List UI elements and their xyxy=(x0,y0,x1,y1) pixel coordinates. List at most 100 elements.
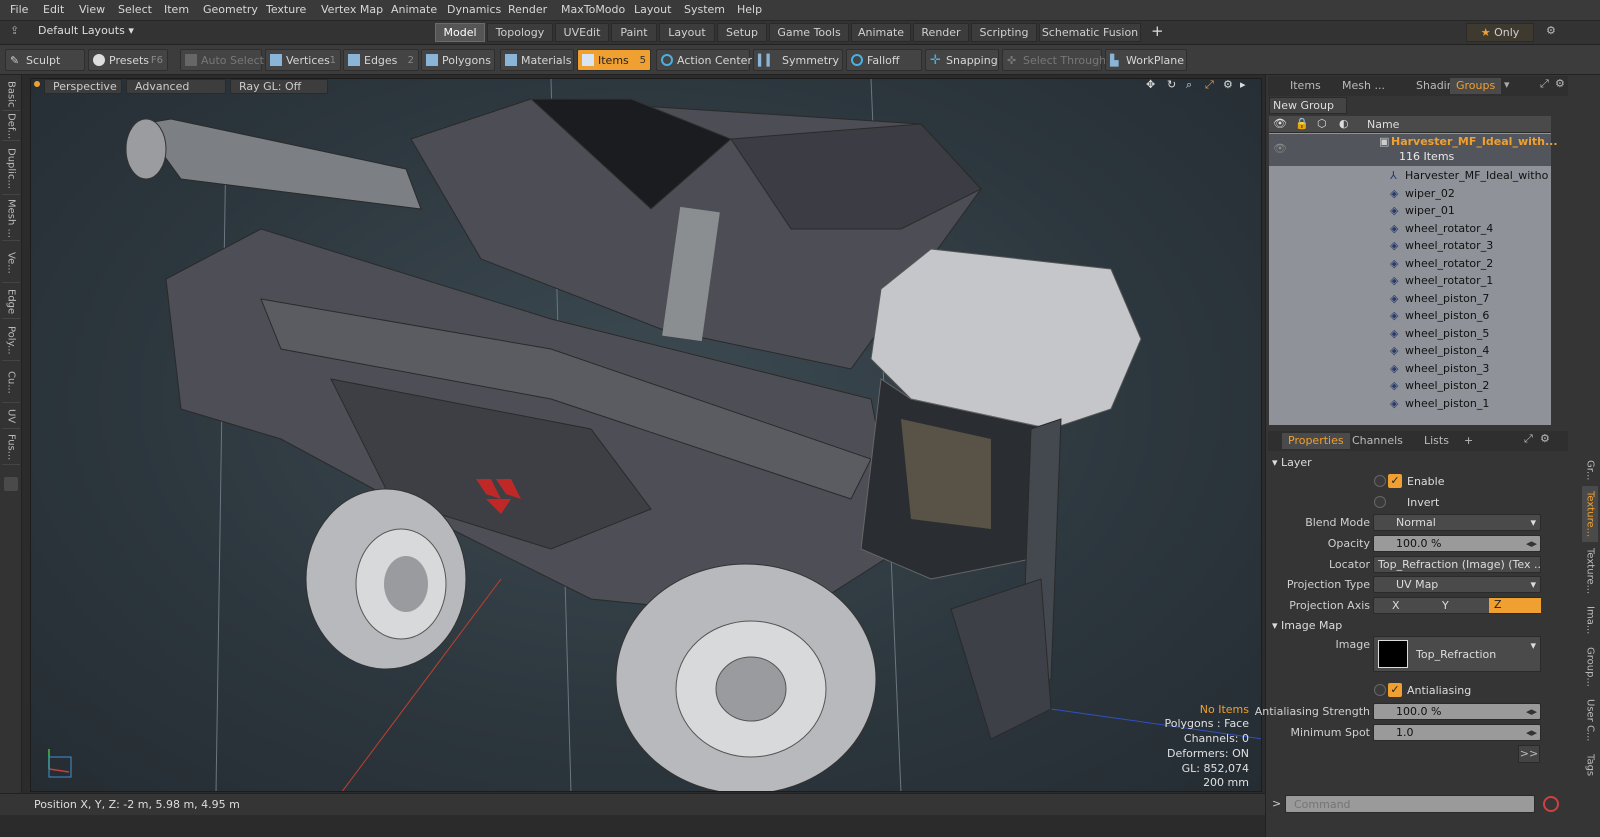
visibility-eye-icon[interactable]: 👁 xyxy=(1273,117,1287,130)
zoom-icon[interactable]: ⌕ xyxy=(1186,78,1192,92)
menu-file[interactable]: File xyxy=(10,3,28,16)
tab-channels[interactable]: Channels xyxy=(1346,433,1409,449)
menu-maxtomodo[interactable]: MaxToModo xyxy=(561,3,625,16)
tree-item[interactable]: ◈ wiper_02 xyxy=(1272,185,1549,202)
tab-schematic-fusion[interactable]: Schematic Fusion xyxy=(1039,23,1141,42)
right-tab-texture[interactable]: Texture... xyxy=(1582,544,1598,598)
tab-lists[interactable]: Lists xyxy=(1418,433,1455,449)
tab-layout[interactable]: Layout xyxy=(659,23,715,42)
projection-type-select[interactable]: UV Map ▾ xyxy=(1373,576,1541,593)
tree-item[interactable]: ◈ wheel_piston_2 xyxy=(1272,377,1549,394)
tab-animate[interactable]: Animate xyxy=(851,23,911,42)
menu-geometry[interactable]: Geometry xyxy=(203,3,258,16)
tree-item[interactable]: ◈ wheel_piston_3 xyxy=(1272,360,1549,377)
new-group-button[interactable]: New Group xyxy=(1269,97,1347,114)
viewport-gear-icon[interactable]: ⚙ xyxy=(1223,78,1233,91)
raygl-button[interactable]: Ray GL: Off xyxy=(230,79,328,94)
left-tab-uv[interactable]: UV xyxy=(2,405,20,429)
layer-section-header[interactable]: ▾ Layer xyxy=(1272,456,1312,469)
only-toggle[interactable]: ★ Only xyxy=(1466,23,1534,42)
snapping-button[interactable]: ✛ Snapping xyxy=(925,49,999,71)
tab-game-tools[interactable]: Game Tools xyxy=(769,23,849,42)
presets-button[interactable]: Presets F6 xyxy=(88,49,168,71)
tab-groups[interactable]: Groups xyxy=(1450,78,1502,94)
lock-icon[interactable]: 🔒 xyxy=(1295,117,1309,130)
command-input[interactable] xyxy=(1285,795,1535,813)
tab-topology[interactable]: Topology xyxy=(487,23,553,42)
settings-gear-icon[interactable]: ⚙ xyxy=(1546,24,1556,37)
right-tab-group[interactable]: Gr... xyxy=(1582,456,1598,484)
left-tab-fusion[interactable]: Fus... xyxy=(2,431,20,465)
left-tab-basic[interactable]: Basic xyxy=(2,79,20,111)
tree-item[interactable]: ◈ wheel_rotator_2 xyxy=(1272,255,1549,272)
panel-gear-icon[interactable]: ⚙ xyxy=(1555,77,1565,90)
aa-strength-field[interactable]: 100.0 % ◂▸ xyxy=(1373,703,1541,720)
layout-selector[interactable]: Default Layouts ▾ xyxy=(38,24,134,37)
menu-help[interactable]: Help xyxy=(737,3,762,16)
select-icon[interactable]: ⬡ xyxy=(1317,117,1327,130)
vertices-button[interactable]: Vertices 1 xyxy=(265,49,341,71)
3d-viewport[interactable]: No Items Polygons : Face Channels: 0 Def… xyxy=(30,78,1262,792)
panel-expand-icon[interactable]: ⤢ xyxy=(1540,77,1549,91)
symmetry-button[interactable]: ▍▍ Symmetry xyxy=(753,49,843,71)
more-options-button[interactable]: >> xyxy=(1518,745,1540,763)
image-map-section-header[interactable]: ▾ Image Map xyxy=(1272,619,1342,632)
menu-animate[interactable]: Animate xyxy=(391,3,437,16)
fit-icon[interactable]: ⤢ xyxy=(1205,78,1214,92)
rotate-icon[interactable]: ↻ xyxy=(1167,78,1176,91)
axis-x-button[interactable]: X xyxy=(1392,599,1400,612)
falloff-button[interactable]: Falloff xyxy=(846,49,922,71)
right-tab-tags[interactable]: Tags xyxy=(1582,748,1598,782)
opacity-field[interactable]: 100.0 % ◂▸ xyxy=(1373,535,1541,552)
axis-y-button[interactable]: Y xyxy=(1442,599,1449,612)
viewport-menu-icon[interactable]: ▸ xyxy=(1240,78,1246,91)
record-icon[interactable] xyxy=(1543,796,1559,812)
min-spot-field[interactable]: 1.0 ◂▸ xyxy=(1373,724,1541,741)
tab-render[interactable]: Render xyxy=(913,23,969,42)
polygons-button[interactable]: Polygons xyxy=(421,49,495,71)
opacity-slider-icon[interactable]: ◂▸ xyxy=(1526,536,1537,551)
tree-item[interactable]: ◈ wheel_piston_5 xyxy=(1272,325,1549,342)
select-through-button[interactable]: ✜ Select Through xyxy=(1002,49,1106,71)
locator-select[interactable]: Top_Refraction (Image) (Tex ... xyxy=(1373,556,1541,573)
menu-dynamics[interactable]: Dynamics xyxy=(447,3,501,16)
add-layout-icon[interactable]: + xyxy=(1151,22,1164,40)
shading-advanced-button[interactable]: Advanced xyxy=(126,79,226,94)
tree-item[interactable]: ⅄ Harvester_MF_Ideal_witho ... xyxy=(1272,167,1549,184)
left-tab-mesh[interactable]: Mesh ... xyxy=(2,197,20,241)
left-tab-edge[interactable]: Edge xyxy=(2,285,20,319)
tab-items[interactable]: Items xyxy=(1284,78,1327,94)
antialiasing-radio[interactable] xyxy=(1374,684,1386,696)
group-row[interactable]: 👁 ▣ Harvester_MF_Ideal_with... 116 Items xyxy=(1269,134,1558,166)
tab-setup[interactable]: Setup xyxy=(717,23,767,42)
properties-expand-icon[interactable]: ⤢ xyxy=(1524,432,1533,446)
right-tab-user-channels[interactable]: User C... xyxy=(1582,694,1598,746)
tree-item[interactable]: ◈ wheel_rotator_4 xyxy=(1272,220,1549,237)
tree-item[interactable]: ◈ wheel_rotator_3 xyxy=(1272,237,1549,254)
tab-properties[interactable]: Properties xyxy=(1282,433,1350,449)
image-select[interactable]: Top_Refraction ▾ xyxy=(1373,636,1541,672)
left-tab-duplicate[interactable]: Duplic... xyxy=(2,143,20,195)
menu-system[interactable]: System xyxy=(684,3,725,16)
invert-radio[interactable] xyxy=(1374,496,1386,508)
menu-texture[interactable]: Texture xyxy=(266,3,306,16)
left-tab-expand[interactable] xyxy=(4,477,18,491)
menu-select[interactable]: Select xyxy=(118,3,152,16)
properties-gear-icon[interactable]: ⚙ xyxy=(1540,432,1550,445)
antialiasing-checkbox[interactable]: ✓ xyxy=(1388,683,1402,697)
right-tab-group-2[interactable]: Group... xyxy=(1582,642,1598,692)
materials-button[interactable]: Materials xyxy=(500,49,574,71)
tree-item[interactable]: ◈ wheel_piston_6 xyxy=(1272,307,1549,324)
min-spot-slider-icon[interactable]: ◂▸ xyxy=(1526,725,1537,740)
render-icon[interactable]: ◐ xyxy=(1339,117,1349,130)
menu-render[interactable]: Render xyxy=(508,3,547,16)
tree-item[interactable]: ◈ wheel_rotator_1 xyxy=(1272,272,1549,289)
left-tab-polygon[interactable]: Poly... xyxy=(2,321,20,361)
left-tab-deform[interactable]: Def... xyxy=(2,113,20,141)
tab-scripting[interactable]: Scripting xyxy=(971,23,1037,42)
tree-item[interactable]: ◈ wiper_01 xyxy=(1272,202,1549,219)
left-tab-vertex[interactable]: Ve... xyxy=(2,243,20,283)
tab-uvedit[interactable]: UVEdit xyxy=(555,23,609,42)
menu-edit[interactable]: Edit xyxy=(43,3,64,16)
right-tab-image[interactable]: Ima... xyxy=(1582,600,1598,640)
